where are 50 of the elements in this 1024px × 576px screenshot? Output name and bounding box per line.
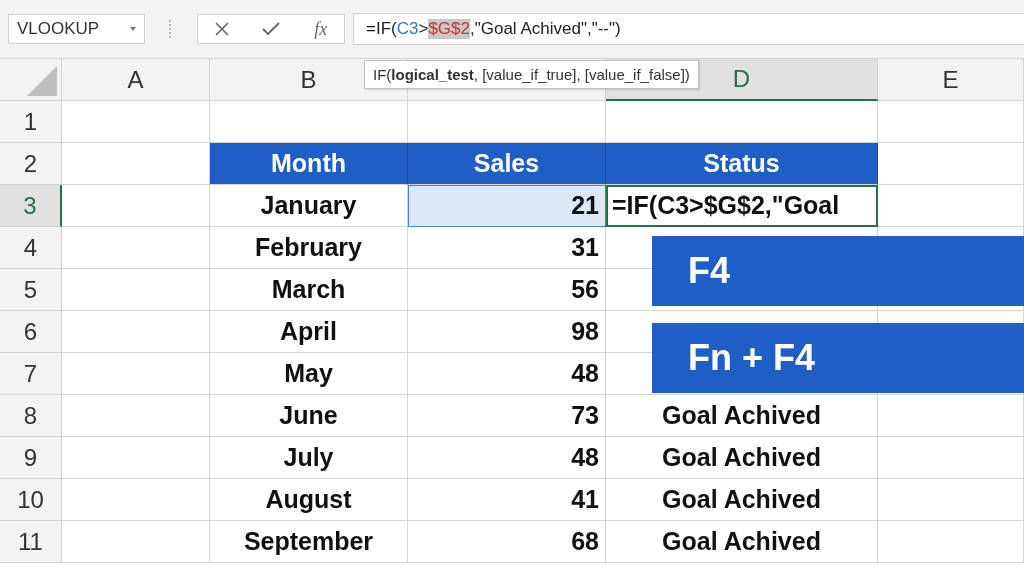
table-cell: 21 [408, 185, 606, 227]
column-letter[interactable]: B [300, 65, 317, 94]
table-cell: May [210, 353, 408, 395]
table-cell: Goal Achived [606, 395, 878, 437]
table-cell: June [210, 395, 408, 437]
column-letter[interactable]: E [942, 65, 959, 94]
table-header: Month [210, 143, 408, 185]
table-cell: 56 [408, 269, 606, 311]
table-cell: Goal Achived [606, 479, 878, 521]
row-header[interactable]: 9 [0, 437, 62, 479]
table-cell: March [210, 269, 408, 311]
name-box[interactable]: VLOOKUP [8, 14, 145, 44]
row-header[interactable]: 11 [0, 521, 62, 563]
table-cell: July [210, 437, 408, 479]
table-cell: 98 [408, 311, 606, 353]
function-tooltip: IF(logical_test, [value_if_true], [value_if_false]) [364, 60, 699, 89]
table-header: Sales [408, 143, 606, 185]
key-banner: Fn + F4 [652, 323, 1024, 393]
row-header[interactable]: 6 [0, 311, 62, 353]
check-icon[interactable] [262, 22, 281, 36]
cancel-icon[interactable] [214, 22, 229, 36]
table-cell: August [210, 479, 408, 521]
table-cell: January [210, 185, 408, 227]
table-cell: 73 [408, 395, 606, 437]
row-header[interactable]: 10 [0, 479, 62, 521]
dropdown-caret-icon [130, 27, 136, 31]
table-cell: 68 [408, 521, 606, 563]
row-header[interactable]: 8 [0, 395, 62, 437]
table-cell: April [210, 311, 408, 353]
row-header[interactable]: 7 [0, 353, 62, 395]
table-cell: Goal Achived [606, 437, 878, 479]
row-header[interactable]: 3 [0, 185, 62, 227]
row-header[interactable]: 4 [0, 227, 62, 269]
column-letter[interactable]: D [732, 65, 751, 93]
table-cell: Goal Achived [606, 521, 878, 563]
table-cell: February [210, 227, 408, 269]
table-cell: 41 [408, 479, 606, 521]
key-banner: F4 [652, 236, 1024, 306]
row-header[interactable]: 1 [0, 101, 62, 143]
cell-editor[interactable]: =IF(C3>$G$2,"Goal [606, 185, 878, 227]
table-cell: 48 [408, 437, 606, 479]
formula-field[interactable]: =IF(C3>$G$2,"Goal Achived","--") [353, 13, 1024, 45]
row-header[interactable]: 5 [0, 269, 62, 311]
column-letter[interactable]: A [127, 65, 144, 94]
row-header[interactable]: 2 [0, 143, 62, 185]
table-cell: September [210, 521, 408, 563]
table-cell: 48 [408, 353, 606, 395]
insert-function-button[interactable]: fx [314, 18, 328, 40]
table-cell: 31 [408, 227, 606, 269]
table-header: Status [606, 143, 878, 185]
